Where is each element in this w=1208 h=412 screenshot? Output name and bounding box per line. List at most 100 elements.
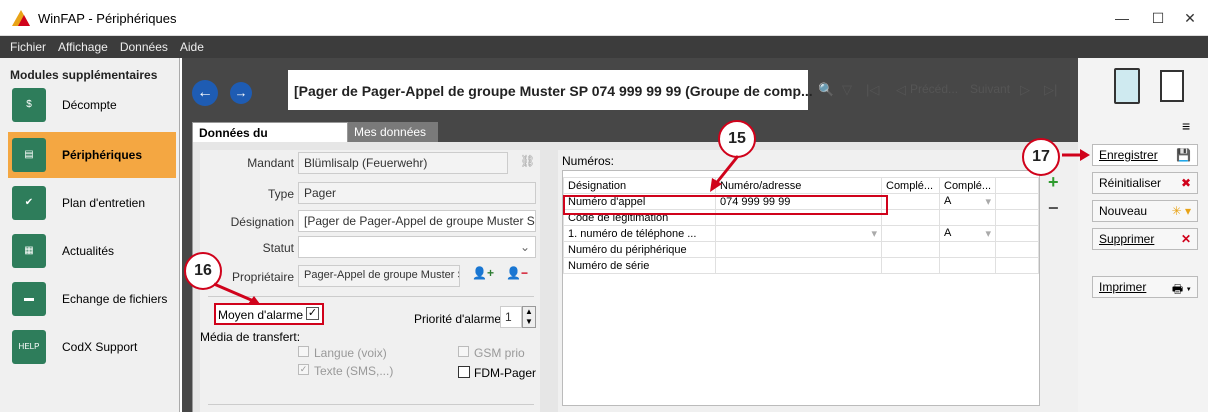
sidebar-item-label: Décompte — [62, 98, 117, 112]
cell-comple1[interactable] — [881, 225, 940, 242]
col-header-designation[interactable]: Désignation — [563, 177, 716, 194]
previous-button[interactable]: Précéd... — [910, 82, 958, 96]
priorite-input[interactable]: 1 — [500, 306, 522, 328]
add-number-icon[interactable]: + — [1048, 172, 1059, 193]
link-icon[interactable]: ⛓ — [520, 154, 535, 168]
delete-button[interactable]: Supprimer ✕ — [1092, 228, 1198, 250]
tab-mes-donnees[interactable]: Mes données — [348, 122, 438, 142]
texte-label: Texte (SMS,...) — [314, 364, 394, 378]
proprietaire-field: Pager-Appel de groupe Muster SI — [298, 265, 460, 287]
cell-comple1[interactable] — [881, 209, 940, 226]
minimize-button[interactable]: — — [1104, 6, 1140, 30]
sidebar-title: Modules supplémentaires — [10, 68, 158, 82]
folder-icon: ▬ — [12, 282, 46, 316]
print-button[interactable]: Imprimer 🖶 ▾ — [1092, 276, 1198, 298]
first-record-icon[interactable]: |◁ — [866, 82, 879, 98]
cell-comple2[interactable] — [938, 257, 997, 274]
close-button[interactable]: ✕ — [1172, 6, 1208, 30]
cell-comple2[interactable]: A ▾ — [938, 225, 997, 242]
texte-checkbox[interactable]: ✓ — [298, 364, 309, 375]
gsm-prio-label: GSM prio — [474, 346, 525, 360]
mandant-field: Blümlisalp (Feuerwehr) — [298, 152, 508, 174]
cell-numero[interactable]: ▾ — [715, 225, 882, 242]
menu-fichier[interactable]: Fichier — [4, 36, 52, 58]
filter-icon[interactable]: ▽ — [842, 82, 852, 98]
callout-15: 15 — [718, 120, 756, 158]
statut-select[interactable]: ⌄ — [298, 236, 536, 258]
clipboard-check-icon: ✔ — [12, 186, 46, 220]
cell-comple2[interactable] — [938, 209, 997, 226]
remove-number-icon[interactable]: − — [1048, 198, 1059, 219]
menu-aide[interactable]: Aide — [174, 36, 210, 58]
reset-icon: ✖ — [1180, 176, 1191, 190]
numeros-title: Numéros: — [562, 154, 615, 168]
langue-checkbox[interactable] — [298, 346, 309, 357]
window-title: WinFAP - Périphériques — [38, 11, 177, 26]
news-icon: ▦ — [12, 234, 46, 268]
dropdown-icon[interactable]: ▾ — [871, 227, 877, 240]
hamburger-menu-icon[interactable]: ≡ — [1182, 118, 1190, 134]
search-icon[interactable]: 🔍 — [818, 82, 834, 98]
moyen-alarme-checkbox[interactable]: ✓ — [306, 307, 319, 320]
sidebar-item-actualites[interactable]: ▦ Actualités — [8, 228, 176, 274]
table-row[interactable]: 1. numéro de téléphone ... ▾ A ▾ — [563, 225, 1039, 242]
save-button[interactable]: Enregistrer 💾 — [1092, 144, 1198, 166]
sidebar-item-codx-support[interactable]: HELP CodX Support — [8, 324, 176, 370]
cell-comple1[interactable] — [881, 257, 940, 274]
tab-donnees-peripheriques[interactable]: Données du périphériques — [192, 122, 348, 154]
col-header-comple1[interactable]: Complé... — [881, 177, 940, 194]
add-owner-icon[interactable]: 👤+ — [472, 266, 494, 280]
divider — [208, 404, 534, 405]
printer-dropdown-icon: 🖶 ▾ — [1171, 282, 1191, 296]
dropdown-icon[interactable]: ▾ — [986, 227, 992, 240]
back-arrow-icon[interactable]: ← — [192, 80, 218, 106]
priorite-label: Priorité d'alarme — [414, 312, 501, 326]
cell-comple2[interactable]: A ▾ — [938, 193, 997, 210]
table-row[interactable]: Numéro de série — [563, 257, 1039, 274]
cell-comple1[interactable] — [881, 241, 940, 258]
callout-15-arrow — [710, 155, 740, 192]
remove-owner-icon[interactable]: 👤− — [506, 266, 528, 280]
priorite-stepper[interactable]: ▲ ▼ — [522, 306, 536, 328]
menu-affichage[interactable]: Affichage — [52, 36, 114, 58]
cell-comple1[interactable] — [881, 193, 940, 210]
maximize-button[interactable]: ☐ — [1140, 6, 1176, 30]
menu-donnees[interactable]: Données — [114, 36, 174, 58]
next-button[interactable]: Suivant — [970, 82, 1010, 96]
sidebar-item-echange-fichiers[interactable]: ▬ Echange de fichiers — [8, 276, 176, 322]
designation-input[interactable]: [Pager de Pager-Appel de groupe Muster S… — [298, 210, 536, 232]
forward-arrow-icon[interactable]: → — [230, 82, 252, 104]
new-document-icon[interactable] — [1160, 70, 1184, 102]
title-bar: WinFAP - Périphériques — ☐ ✕ — [0, 0, 1208, 36]
table-row[interactable]: Numéro du périphérique — [563, 241, 1039, 258]
cell-designation: Numéro du périphérique — [563, 241, 716, 258]
new-button[interactable]: Nouveau ✳ ▾ — [1092, 200, 1198, 222]
gsm-prio-checkbox[interactable] — [458, 346, 469, 357]
money-icon: $ — [12, 88, 46, 122]
type-label: Type — [267, 187, 294, 201]
fdm-pager-checkbox[interactable] — [458, 366, 470, 378]
sidebar-item-label: Actualités — [62, 244, 115, 258]
col-header-comple2[interactable]: Complé... — [938, 177, 997, 194]
sidebar-item-decompte[interactable]: $ Décompte — [8, 82, 176, 128]
sidebar-item-label: Echange de fichiers — [62, 292, 168, 306]
help-icon: HELP — [12, 330, 46, 364]
cell-designation: Numéro de série — [563, 257, 716, 274]
sidebar-item-peripheriques[interactable]: ▤ Périphériques — [8, 132, 176, 178]
clipboard-icon[interactable] — [1114, 68, 1140, 104]
app-logo-icon — [12, 10, 30, 26]
dropdown-icon[interactable]: ▾ — [986, 195, 992, 208]
cell-comple2[interactable] — [938, 241, 997, 258]
pager-device-icon: ▤ — [12, 138, 46, 172]
cell-numero[interactable] — [715, 241, 882, 258]
sidebar-item-label: Périphériques — [62, 148, 143, 162]
callout-16-arrow — [213, 282, 260, 304]
next-arrow-icon[interactable]: ▷ — [1020, 82, 1030, 98]
last-record-icon[interactable]: ▷| — [1044, 82, 1057, 98]
prev-arrow-icon[interactable]: ◁ — [896, 82, 906, 98]
langue-label: Langue (voix) — [314, 346, 387, 360]
sidebar-item-plan-entretien[interactable]: ✔ Plan d'entretien — [8, 180, 176, 226]
cell-numero[interactable] — [715, 257, 882, 274]
reset-button[interactable]: Réinitialiser ✖ — [1092, 172, 1198, 194]
save-icon: 💾 — [1176, 148, 1191, 162]
